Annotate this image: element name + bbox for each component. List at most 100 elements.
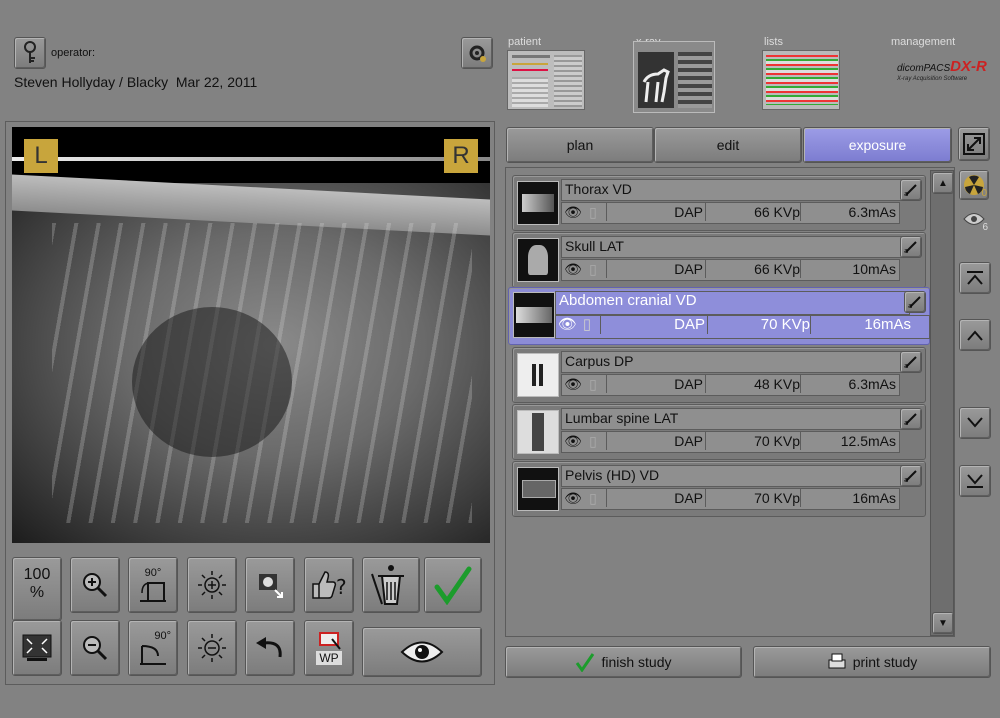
marker-left: L	[24, 139, 58, 173]
exposure-params: 👁 ▯ DAP 70 KVp 12.5mAs	[561, 431, 900, 453]
finish-study-label: finish study	[601, 654, 672, 670]
settings-button[interactable]	[461, 37, 493, 69]
pencil-icon: a	[904, 356, 917, 369]
dog-xray-icon	[642, 68, 670, 103]
move-up-button[interactable]	[959, 319, 991, 351]
rotate-left-icon	[140, 645, 166, 665]
thumbs-up-question-icon: ?	[312, 571, 347, 599]
scroll-up-arrow[interactable]: ▲	[932, 172, 954, 194]
move-to-bottom-button[interactable]	[959, 465, 991, 497]
exposure-name: Carpus DP	[561, 351, 903, 373]
edit-exposure-button[interactable]: a	[900, 236, 922, 258]
eye-icon[interactable]: 👁	[564, 489, 582, 507]
svg-text:a: a	[904, 190, 908, 197]
module-patient[interactable]	[507, 50, 585, 110]
exposure-dap: DAP	[600, 316, 708, 334]
exposure-row-selected[interactable]: Abdomen cranial VD a 👁 ▯ DAP 70 KVp 16mA…	[508, 287, 930, 345]
lock-icon[interactable]: ▯	[584, 203, 602, 221]
exposure-dap: DAP	[606, 260, 706, 278]
tab-plan[interactable]: plan	[506, 127, 654, 163]
lock-icon[interactable]: ▯	[584, 375, 602, 393]
rotate-left-button[interactable]: 90°	[128, 620, 178, 676]
delete-image-button[interactable]	[362, 557, 420, 613]
exposure-row[interactable]: Lumbar spine LAT a 👁 ▯ DAP 70 KVp 12.5mA…	[512, 404, 926, 460]
edit-exposure-button[interactable]: a	[900, 351, 922, 373]
chevron-up-icon	[967, 330, 983, 341]
module-lists[interactable]	[762, 50, 840, 110]
eye-icon[interactable]: 👁	[564, 260, 582, 278]
skull-export-icon	[259, 574, 283, 598]
exposure-thumbnail	[513, 292, 555, 338]
exposure-kvp: 66 KVp	[754, 204, 800, 220]
rotate-right-button[interactable]: 90°	[128, 557, 178, 613]
exposure-thumbnail	[517, 238, 559, 282]
fullscreen-button[interactable]	[958, 127, 990, 161]
fit-screen-icon	[22, 634, 52, 661]
exposure-scrollbar[interactable]: ▲ ▼	[930, 170, 954, 636]
viewed-indicator: 6	[959, 205, 989, 233]
eye-icon[interactable]: 👁	[564, 432, 582, 450]
pencil-icon: a	[904, 184, 917, 197]
edit-exposure-button[interactable]: a	[900, 465, 922, 487]
lock-icon[interactable]: ▯	[584, 260, 602, 278]
exposure-row[interactable]: Thorax VD a 👁 ▯ DAP 66 KVp 6.3mAs	[512, 175, 926, 231]
exposure-mas: 6.3mAs	[800, 203, 898, 221]
edit-exposure-button[interactable]: a	[900, 408, 922, 430]
key-icon	[24, 41, 36, 63]
brightness-up-button[interactable]	[187, 557, 237, 613]
lock-icon[interactable]: ▯	[584, 432, 602, 450]
lock-icon[interactable]: ▯	[584, 489, 602, 507]
edit-exposure-button[interactable]: a	[900, 179, 922, 201]
exposure-row[interactable]: Skull LAT a 👁 ▯ DAP 66 KVp 10mAs	[512, 232, 926, 288]
xray-image[interactable]: L R	[12, 127, 490, 543]
pencil-icon: a	[904, 413, 917, 426]
scroll-down-arrow[interactable]: ▼	[932, 612, 954, 634]
zoom-out-button[interactable]	[70, 620, 120, 676]
quality-feedback-button[interactable]: ?	[304, 557, 354, 613]
finish-study-button[interactable]: finish study	[505, 646, 742, 678]
undo-button[interactable]	[245, 620, 295, 676]
print-study-button[interactable]: print study	[753, 646, 991, 678]
exposure-params: 👁 ▯ DAP 70 KVp 16mAs	[561, 488, 900, 510]
zoom-100-unit: %	[29, 584, 45, 601]
operator-key-button[interactable]	[14, 37, 46, 69]
accept-image-button[interactable]	[424, 557, 482, 613]
eye-icon[interactable]: 👁	[558, 316, 577, 334]
exposure-name: Thorax VD	[561, 179, 903, 201]
eye-icon[interactable]: 👁	[564, 203, 582, 221]
eye-icon[interactable]: 👁	[564, 375, 582, 393]
marker-right: R	[444, 139, 478, 173]
rotate-right-label: 90°	[144, 567, 162, 579]
zoom-100-button[interactable]: 100 %	[12, 557, 62, 621]
pencil-icon: a	[904, 241, 917, 254]
module-xray[interactable]	[633, 41, 715, 113]
tab-exposure[interactable]: exposure	[803, 127, 952, 163]
view-image-button[interactable]	[362, 627, 482, 677]
zoom-in-button[interactable]	[70, 557, 120, 613]
radiation-count: 0	[981, 188, 987, 199]
zoom-in-icon	[83, 573, 108, 598]
exposure-row[interactable]: Carpus DP a 👁 ▯ DAP 48 KVp 6.3mAs	[512, 347, 926, 403]
exposure-row[interactable]: Pelvis (HD) VD a 👁 ▯ DAP 70 KVp 16mAs	[512, 461, 926, 517]
brand-tagline: X-ray Acquisition Software	[897, 76, 968, 82]
move-down-button[interactable]	[959, 407, 991, 439]
printer-icon	[828, 653, 846, 669]
exposure-mas: 16mAs	[810, 316, 913, 334]
brightness-up-icon	[198, 571, 226, 599]
exposure-name: Lumbar spine LAT	[561, 408, 903, 430]
exposure-params: 👁 ▯ DAP 66 KVp 6.3mAs	[561, 202, 900, 224]
move-to-top-button[interactable]	[959, 262, 991, 294]
exposure-thumbnail	[517, 410, 559, 454]
edit-exposure-button[interactable]: a	[904, 291, 926, 313]
rotate-left-label: 90°	[154, 630, 171, 642]
window-preset-button[interactable]: WP	[304, 620, 354, 676]
exposure-dap: DAP	[606, 489, 706, 507]
fit-to-screen-button[interactable]	[12, 620, 62, 676]
window-preset-icon	[319, 632, 341, 650]
brightness-down-button[interactable]	[187, 620, 237, 676]
exposure-params: 👁 ▯ DAP 70 KVp 16mAs	[555, 315, 930, 339]
tab-edit[interactable]: edit	[654, 127, 802, 163]
lock-icon[interactable]: ▯	[578, 316, 596, 334]
export-image-button[interactable]	[245, 557, 295, 613]
exposure-params: 👁 ▯ DAP 48 KVp 6.3mAs	[561, 374, 900, 396]
